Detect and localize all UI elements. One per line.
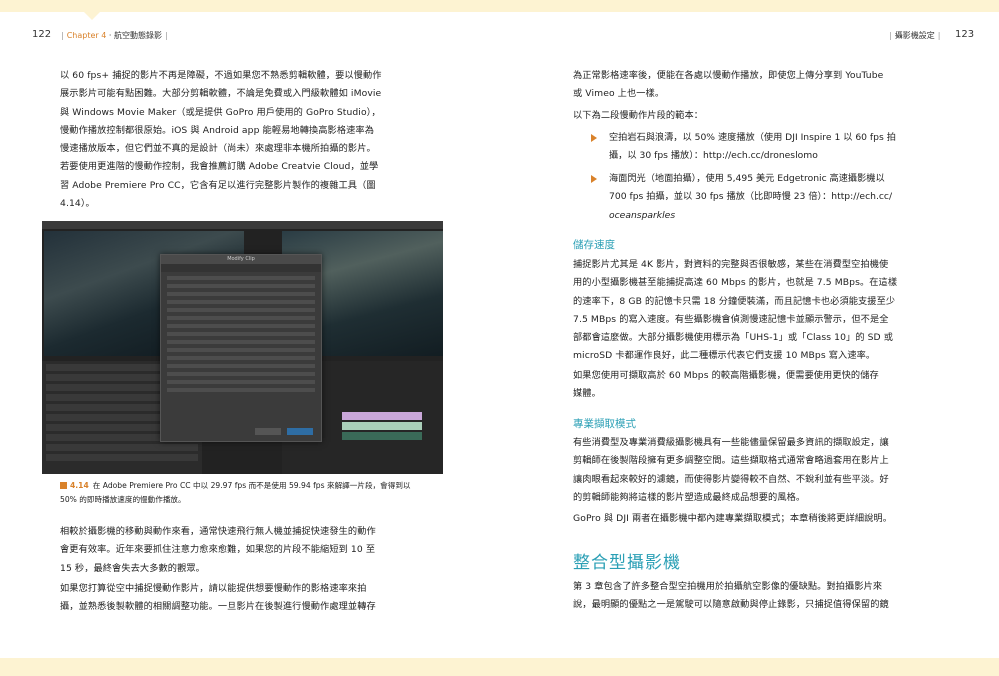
bullet-item-2: 海面閃光（地面拍攝），使用 5,495 美元 Edgetronic 高速攝影機以… [591, 170, 893, 225]
left-page: 122 | Chapter 4 · 航空動態錄影 | 以 60 fps+ 捕捉的影片… [0, 0, 499, 676]
heading-storage-speed: 儲存速度 [573, 239, 615, 251]
text-line: 慢速播放版本，但它們並不真的是設計（尚未）來處理非本機所拍攝的影片。 [60, 143, 376, 155]
left-paragraph-3: 如果您打算從空中捕捉慢動作影片，請以能提供想要慢動作的影格速率來拍 攝，並熟悉後… [60, 580, 376, 617]
timeline-clip [342, 432, 422, 440]
timeline-clip [342, 412, 422, 420]
left-paragraph-2: 相較於攝影機的移動與動作來看，通常快速飛行無人機並捕捉快速發生的動作 會更有效率… [60, 523, 376, 578]
text-line: 攝，並熟悉後製軟體的相關調整功能。一旦影片在後製進行慢動作處理並轉存 [60, 601, 376, 613]
section-runner: 攝影機設定 [894, 31, 935, 40]
text-line: 空拍岩石與浪濤，以 50% 速度播放（使用 DJI Inspire 1 以 60… [609, 132, 896, 143]
caption-line: 在 Adobe Premiere Pro CC 中以 29.97 fps 而不是… [92, 481, 411, 490]
text-line: 的剪輯師能夠將這樣的影片塑造成最終成品想要的風格。 [573, 491, 806, 503]
text-line: 7.5 MBps 的寫入速度。有些攝影機會偵測慢速記憶卡並顯示警示，但不是全 [573, 313, 889, 325]
text-line: 以下為二段慢動作片段的範本： [573, 110, 704, 121]
text-line: 有些消費型及專業消費級攝影機具有一些能儘量保留最多資訊的擷取設定，讓 [573, 437, 889, 448]
text-line: 說，最明顯的優點之一是駕駛可以隨意啟動與停止錄影，只捕捉值得保留的鏡 [573, 599, 889, 611]
figure-marker-icon [60, 482, 67, 489]
timeline-clip [342, 422, 422, 430]
right-paragraph-1: 為正常影格速率後，便能在各處以慢動作播放，即使您上傳分享到 YouTube 或 … [573, 67, 883, 104]
left-paragraph-1: 以 60 fps+ 捕捉的影片不再是障礙，不過如果您不熟悉剪輯軟體，要以慢動作 … [60, 67, 382, 213]
text-line: 海面閃光（地面拍攝），使用 5,495 美元 Edgetronic 高速攝影機以 [609, 173, 885, 184]
text-line: 攝，以 30 fps 播放）：http://ech.cc/droneslomo [609, 150, 818, 162]
chapter-title: 航空動態錄影 [113, 31, 162, 40]
text-line: 捕捉影片尤其是 4K 影片，對資料的完整與否很敏感，某些在消費型空拍機使 [573, 259, 889, 270]
right-paragraph-2: 以下為二段慢動作片段的範本： [573, 107, 703, 125]
text-line: 以 60 fps+ 捕捉的影片不再是障礙，不過如果您不熟悉剪輯軟體，要以慢動作 [60, 70, 382, 81]
storage-paragraph-1: 捕捉影片尤其是 4K 影片，對資料的完整與否很敏感，某些在消費型空拍機使 用的小… [573, 256, 897, 366]
right-page-number: 123 [955, 29, 975, 40]
text-line: 或 Vimeo 上也一樣。 [573, 88, 665, 100]
text-line: 相較於攝影機的移動與動作來看，通常快速飛行無人機並捕捉快速發生的動作 [60, 526, 376, 537]
text-line: GoPro 與 DJI 兩者在攝影機中都內建專業擷取模式；本章稍後將更詳細說明。 [573, 513, 893, 524]
right-page: | 攝影機設定 | 123 為正常影格速率後，便能在各處以慢動作播放，即使您上傳分享… [500, 0, 999, 676]
heading-integrated-cameras: 整合型攝影機 [573, 553, 681, 573]
text-line: 用的小型攝影機甚至能捕捉高達 60 Mbps 的影片，也就是 7.5 MBps。… [573, 277, 898, 289]
text-line: 15 秒，最終會失去大多數的觀眾。 [60, 562, 205, 574]
dialog-ok-button [287, 428, 313, 435]
text-line: 與 Windows Movie Maker（或是提供 GoPro 用戶使用的 G… [60, 106, 381, 118]
text-line: 習 Adobe Premiere Pro CC，它含有足以進行完整影片製作的複雜… [60, 179, 376, 191]
text-line: 會更有效率。近年來要抓住注意力愈來愈難，如果您的片段不能縮短到 10 至 [60, 544, 376, 556]
final-paragraph: 第 3 章包含了許多整合型空拍機用於拍攝航空影像的優缺點。對拍攝影片來 說，最明… [573, 578, 889, 615]
caption-line: 50% 的即時播放速度的慢動作播放。 [60, 495, 186, 504]
text-line: 若要使用更進階的慢動作控制，我會推薦訂購 Adobe Creatvie Clou… [60, 161, 379, 173]
text-line: oceansparkles [609, 209, 676, 221]
text-line: 部都會這麼做。大部分攝影機使用標示為「UHS-1」或「Class 10」的 SD… [573, 332, 894, 344]
figure-caption: 4.14 在 Adobe Premiere Pro CC 中以 29.97 fps… [60, 479, 411, 507]
chapter-label: Chapter 4 [66, 31, 107, 40]
right-running-header: | 攝影機設定 | [889, 31, 941, 40]
text-line: 的速率下，8 GB 的記憶卡只需 18 分鐘便裝滿，而且記憶卡也必須能支援至少 [573, 295, 896, 307]
text-line: microSD 卡都運作良好，此二種標示代表它們支援 10 MBps 寫入速率。 [573, 350, 876, 362]
text-line: 展示影片可能有點困難。大部分剪輯軟體，不論是免費或入門級軟體如 iMovie [60, 88, 382, 100]
dialog-cancel-button [255, 428, 281, 435]
figure-number: 4.14 [70, 481, 89, 490]
app-menubar [42, 221, 443, 229]
text-line: 如果您打算從空中捕捉慢動作影片，請以能提供想要慢動作的影格速率來拍 [60, 583, 367, 594]
left-running-header: | Chapter 4 · 航空動態錄影 | [61, 31, 168, 40]
text-line: 如果您使用可擷取高於 60 Mbps 的較高階攝影機，便需要使用更快的儲存 [573, 370, 879, 381]
dialog-title: Modify Clip [161, 255, 321, 264]
text-line: 第 3 章包含了許多整合型空拍機用於拍攝航空影像的優缺點。對拍攝影片來 [573, 581, 883, 592]
pro-paragraph-1: 有些消費型及專業消費級攝影機具有一些能儘量保留最多資訊的擷取設定，讓 剪輯師在後… [573, 434, 889, 507]
text-line: 700 fps 拍攝，並以 30 fps 播放（比即時慢 23 倍）：http:… [609, 191, 893, 203]
bullet-item-1: 空拍岩石與浪濤，以 50% 速度播放（使用 DJI Inspire 1 以 60… [591, 129, 896, 166]
pro-paragraph-2: GoPro 與 DJI 兩者在攝影機中都內建專業擷取模式；本章稍後將更詳細說明。 [573, 510, 892, 528]
text-line: 慢動作播放控制都很原始。iOS 與 Android app 能輕易地轉換高影格速… [60, 124, 374, 136]
text-line: 讓肉眼看起來較好的濾鏡，而使得影片變得較不自然、不銳利並有些平淡。好 [573, 473, 889, 485]
left-page-number: 122 [32, 29, 52, 40]
modify-clip-dialog: Modify Clip [160, 254, 322, 442]
storage-paragraph-2: 如果您使用可擷取高於 60 Mbps 的較高階攝影機，便需要使用更快的儲存 媒體… [573, 367, 879, 404]
bullet-triangle-icon [591, 175, 597, 183]
text-line: 媒體。 [573, 388, 601, 400]
bullet-triangle-icon [591, 134, 597, 142]
heading-pro-capture: 專業擷取模式 [573, 418, 636, 430]
text-line: 為正常影格速率後，便能在各處以慢動作播放，即使您上傳分享到 YouTube [573, 70, 884, 81]
text-line: 4.14）。 [60, 198, 95, 210]
text-line: 剪輯師在後製階段擁有更多調整空間。這些擷取格式通常會略過套用在影片上 [573, 455, 889, 467]
figure-screenshot-premiere: Modify Clip [42, 221, 443, 474]
